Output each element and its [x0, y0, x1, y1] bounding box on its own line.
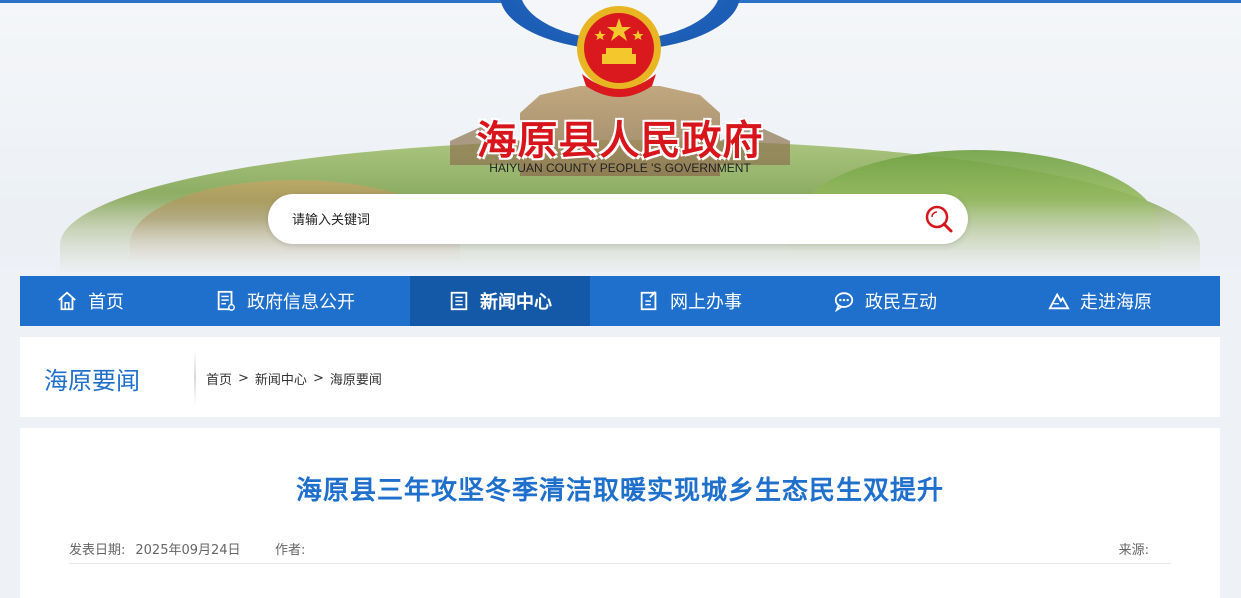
divider [194, 349, 196, 405]
nav-item-label: 首页 [88, 292, 124, 313]
breadcrumb-separator: > [312, 371, 324, 386]
source-label: 来源: [1118, 543, 1149, 558]
breadcrumb: 首页 > 新闻中心 > 海原要闻 [206, 369, 382, 388]
home-icon [58, 291, 76, 311]
nav-item-label: 政府信息公开 [247, 292, 355, 313]
publish-date-label: 发表日期: [69, 543, 126, 558]
section-header: 海原要闻 首页 > 新闻中心 > 海原要闻 [20, 337, 1220, 417]
nav-item-interaction[interactable]: 政民互动 [790, 276, 980, 326]
publish-date-value: 2025年09月24日 [135, 543, 241, 558]
news-icon [450, 291, 468, 311]
section-title: 海原要闻 [44, 367, 140, 395]
document-icon [217, 290, 235, 311]
header-banner: 海原县人民政府 HAIYUAN COUNTY PEOPLE 'S GOVERNM… [0, 0, 1241, 276]
breadcrumb-news-link[interactable]: 新闻中心 [255, 369, 307, 388]
site-subtitle: HAIYUAN COUNTY PEOPLE 'S GOVERNMENT [489, 161, 751, 175]
nav-item-label: 网上办事 [670, 292, 742, 313]
author-label: 作者: [275, 543, 306, 558]
breadcrumb-current-link[interactable]: 海原要闻 [330, 369, 382, 388]
nav-item-online-service[interactable]: 网上办事 [590, 276, 790, 326]
nav-item-news[interactable]: 新闻中心 [410, 276, 590, 326]
main-nav: 首页 政府信息公开 新闻中心 网上办事 政民互动 走进海原 [20, 276, 1220, 326]
nav-item-label: 新闻中心 [480, 292, 552, 313]
breadcrumb-home-link[interactable]: 首页 [206, 369, 232, 388]
article-meta: 发表日期: 2025年09月24日 作者: 来源: [69, 539, 1171, 564]
search-bar [268, 194, 968, 244]
nav-item-about-haiyuan[interactable]: 走进海原 [980, 276, 1220, 326]
national-emblem-icon [577, 6, 661, 97]
mountain-icon [1048, 292, 1070, 310]
search-input[interactable] [290, 208, 894, 232]
nav-item-gov-info[interactable]: 政府信息公开 [160, 276, 410, 326]
chat-icon [834, 292, 854, 312]
author: 作者: [275, 539, 315, 558]
search-icon[interactable] [924, 204, 954, 234]
nav-item-label: 政民互动 [865, 292, 937, 313]
source: 来源: [1119, 539, 1159, 558]
article: 海原县三年攻坚冬季清洁取暖实现城乡生态民生双提升 发表日期: 2025年09月24… [20, 428, 1220, 598]
nav-item-home[interactable]: 首页 [20, 276, 160, 326]
article-title: 海原县三年攻坚冬季清洁取暖实现城乡生态民生双提升 [295, 476, 944, 506]
nav-item-label: 走进海原 [1080, 292, 1152, 313]
site-title: 海原县人民政府 [476, 117, 764, 164]
publish-date: 发表日期: 2025年09月24日 [69, 539, 241, 558]
breadcrumb-separator: > [238, 371, 249, 386]
edit-icon [640, 291, 657, 311]
